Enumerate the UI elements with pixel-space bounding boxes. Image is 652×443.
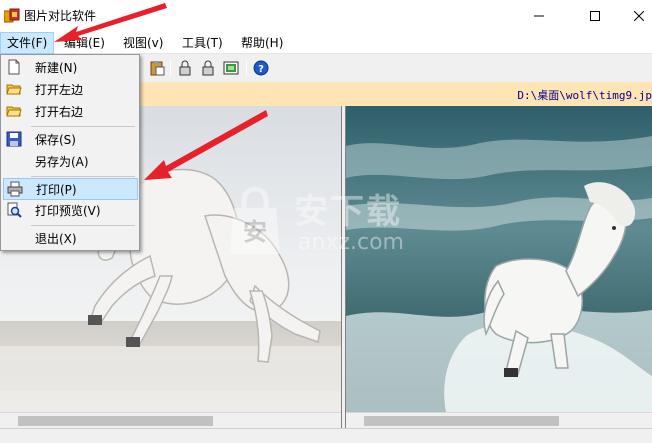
new-file-icon <box>8 59 20 75</box>
tb-lock-right-button[interactable] <box>199 59 217 77</box>
minimize-button[interactable] <box>516 0 562 32</box>
menu-file[interactable]: 文件(F) <box>0 32 55 54</box>
left-scroll-thumb[interactable] <box>18 416 213 426</box>
watermark: 安 安下载 anxz.com <box>226 178 436 270</box>
menu-help[interactable]: 帮助(H) <box>235 32 289 54</box>
title-bar: 图片对比软件 <box>0 0 652 32</box>
right-horizontal-scrollbar[interactable] <box>346 412 652 428</box>
menu-item-open-left[interactable]: 打开左边 <box>3 79 138 101</box>
toolbar-separator <box>246 60 247 76</box>
svg-text:?: ? <box>258 64 264 75</box>
toolbar-separator <box>170 60 171 76</box>
watermark-en-text: anxz.com <box>298 230 404 255</box>
menu-tools[interactable]: 工具(T) <box>176 32 229 54</box>
menu-separator <box>31 225 135 226</box>
menu-item-print[interactable]: 打印(P) <box>3 178 138 200</box>
shopping-bag-icon: 安 <box>230 186 280 254</box>
window-title: 图片对比软件 <box>24 9 97 23</box>
menu-item-new[interactable]: 新建(N) <box>3 57 138 79</box>
tb-lock-left-button[interactable] <box>176 59 194 77</box>
print-preview-icon <box>7 202 22 218</box>
folder-open-icon <box>6 84 22 95</box>
status-bar <box>0 428 652 443</box>
left-horizontal-scrollbar[interactable] <box>0 412 343 428</box>
lock-left-icon <box>179 60 191 76</box>
tb-help-button[interactable]: ? <box>252 59 270 77</box>
right-scroll-thumb[interactable] <box>364 416 559 426</box>
svg-text:安: 安 <box>243 218 267 246</box>
save-icon <box>6 131 22 147</box>
image-icon <box>223 61 239 75</box>
close-button[interactable] <box>616 0 652 32</box>
maximize-button[interactable] <box>572 0 618 32</box>
menu-separator <box>31 176 135 177</box>
tb-image-button[interactable] <box>222 59 240 77</box>
file-menu-dropdown: 新建(N) 打开左边 打开右边 保存(S) 另存为(A) 打印(P) 打印预览(… <box>0 54 140 251</box>
tb-paste-button[interactable] <box>148 59 166 77</box>
menu-item-open-right[interactable]: 打开右边 <box>3 101 138 123</box>
menu-edit[interactable]: 编辑(E) <box>58 32 111 54</box>
app-icon <box>4 8 20 23</box>
file-path-label: D:\桌面\wolf\timg9.jp <box>517 89 652 102</box>
menu-item-save-as[interactable]: 另存为(A) <box>3 151 138 173</box>
menu-item-exit[interactable]: 退出(X) <box>3 228 138 250</box>
maximize-icon <box>590 11 600 21</box>
menu-bar: 文件(F) 编辑(E) 视图(v) 工具(T) 帮助(H) <box>0 32 652 54</box>
printer-icon <box>7 181 23 197</box>
folder-open-icon <box>6 106 22 117</box>
menu-separator <box>31 126 135 127</box>
paste-icon <box>150 61 165 76</box>
close-icon <box>634 11 644 21</box>
watermark-cn-text: 安下载 <box>294 192 402 232</box>
help-icon: ? <box>253 60 269 76</box>
lock-right-icon <box>202 60 214 76</box>
minimize-icon <box>534 15 544 17</box>
menu-item-save[interactable]: 保存(S) <box>3 129 138 151</box>
menu-item-print-preview[interactable]: 打印预览(V) <box>3 200 138 222</box>
menu-view[interactable]: 视图(v) <box>117 32 169 54</box>
